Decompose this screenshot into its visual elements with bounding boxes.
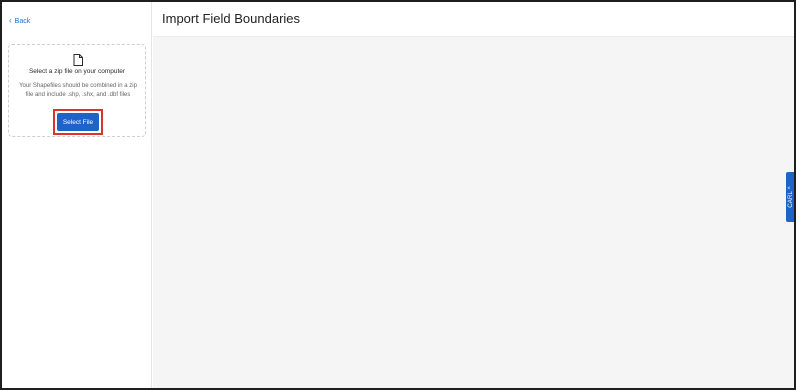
- sidebar: ‹ Back Select a zip file on your compute…: [2, 2, 152, 388]
- upload-title: Select a zip file on your computer: [28, 68, 126, 75]
- chevron-left-icon: ‹: [9, 16, 12, 25]
- file-icon: [73, 53, 83, 66]
- carl-side-tab[interactable]: CARL ^: [786, 172, 794, 222]
- main-area: Import Field Boundaries: [153, 2, 794, 388]
- carl-tab-label: CARL ^: [788, 186, 794, 208]
- page-title: Import Field Boundaries: [162, 11, 301, 26]
- page-header: Import Field Boundaries: [153, 2, 794, 37]
- back-label: Back: [14, 17, 31, 25]
- map-canvas[interactable]: [153, 38, 794, 388]
- app-frame: ‹ Back Select a zip file on your compute…: [0, 0, 796, 390]
- back-link[interactable]: ‹ Back: [9, 17, 30, 25]
- select-file-button[interactable]: Select File: [57, 113, 99, 131]
- upload-description: Your Shapefiles should be combined in a …: [19, 83, 137, 98]
- upload-dropzone[interactable]: Select a zip file on your computer Your …: [8, 44, 146, 137]
